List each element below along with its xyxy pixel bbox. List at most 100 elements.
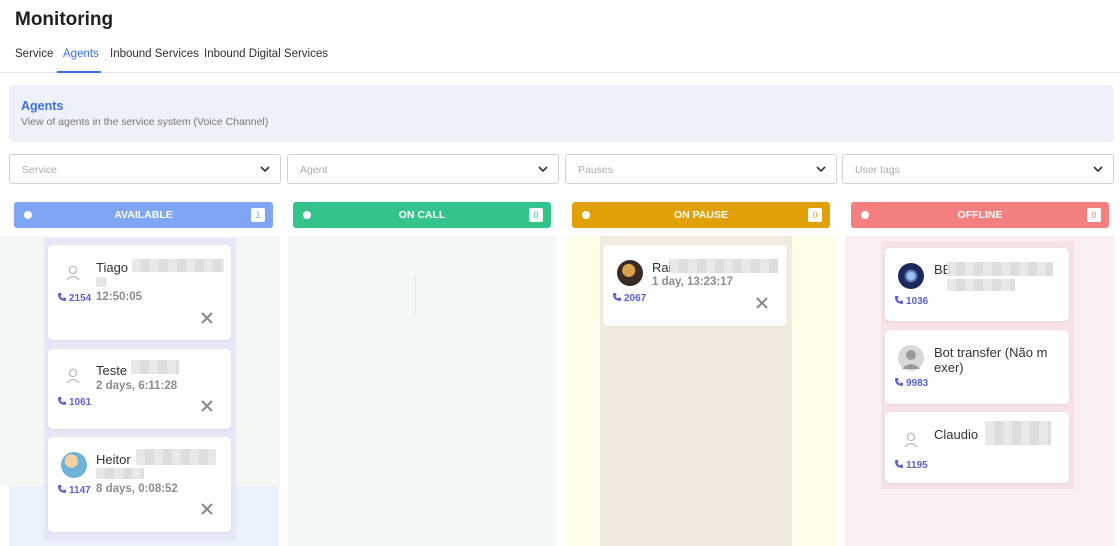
column-body-on-call xyxy=(288,236,557,546)
status-dot xyxy=(303,211,311,219)
pauses-filter[interactable]: Pauses xyxy=(565,154,837,184)
extension-number: 1195 xyxy=(906,460,928,471)
page-title: Monitoring xyxy=(15,9,114,30)
pauses-filter-placeholder: Pauses xyxy=(578,164,614,176)
agent-card[interactable]: Teste 2 days, 6:11:28 1061 xyxy=(48,349,231,429)
agent-timer: 1 day, 13:23:17 xyxy=(652,276,733,288)
status-dot xyxy=(582,211,590,219)
user-icon xyxy=(904,432,918,448)
phone-icon xyxy=(58,293,66,301)
user-tags-filter-placeholder: User tags xyxy=(855,164,900,176)
info-title: Agents xyxy=(21,99,64,113)
count-badge: 1 xyxy=(251,208,265,222)
extension-number: 2067 xyxy=(624,293,647,304)
phone-icon xyxy=(58,397,66,405)
count-badge: 0 xyxy=(1087,208,1101,222)
column-header-offline: OFFLINE 0 xyxy=(851,202,1109,228)
chevron-down-icon xyxy=(816,166,826,173)
agent-timer: 12:50:05 xyxy=(96,291,143,303)
agent-name: Heitor xyxy=(96,452,131,467)
chevron-down-icon xyxy=(260,166,270,173)
agent-filter-placeholder: Agent xyxy=(300,164,328,176)
extension-number: 1061 xyxy=(69,397,92,408)
tab-agents[interactable]: Agents xyxy=(63,48,99,60)
agent-card[interactable]: Tiago 2154 12:50:05 xyxy=(48,245,231,340)
agent-name: Tiago xyxy=(96,260,129,275)
agent-name: Teste xyxy=(96,363,128,378)
extension-number: 1036 xyxy=(906,296,929,307)
close-icon[interactable] xyxy=(200,502,214,516)
agent-extension: 2154 xyxy=(57,292,91,304)
user-icon xyxy=(902,350,920,369)
service-filter[interactable]: Service xyxy=(9,154,281,184)
active-tab-indicator xyxy=(57,71,101,73)
phone-icon xyxy=(613,293,621,301)
tab-service[interactable]: Service xyxy=(15,48,53,60)
agent-timer: 2 days, 6:11:28 xyxy=(96,380,178,392)
agent-card[interactable]: Bot transfer (Não m exer) 9983 xyxy=(885,330,1069,404)
extension-number: 2154 xyxy=(69,293,92,304)
agent-timer: 8 days, 0:08:52 xyxy=(96,483,178,495)
agent-extension: 2067 xyxy=(612,292,646,304)
empty-column-divider xyxy=(415,275,416,313)
phone-icon xyxy=(58,485,66,493)
redacted-name xyxy=(985,421,1051,445)
agent-card[interactable]: Heitor 1147 8 days, 0:08:52 xyxy=(48,437,231,532)
info-box: Agents View of agents in the service sys… xyxy=(9,85,1114,142)
count-badge: 0 xyxy=(808,208,822,222)
info-subtitle: View of agents in the service system (Vo… xyxy=(21,116,269,128)
chevron-down-icon xyxy=(1093,166,1103,173)
user-tags-filter[interactable]: User tags xyxy=(842,154,1114,184)
column-label: AVAILABLE xyxy=(114,209,173,221)
redacted-name xyxy=(96,468,144,479)
agent-card[interactable]: Rai 1 day, 13:23:17 2067 xyxy=(603,245,787,326)
avatar xyxy=(617,260,643,286)
column-header-on-pause: ON PAUSE 0 xyxy=(572,202,830,228)
avatar xyxy=(898,263,924,289)
agent-name-continued: exer) xyxy=(934,360,964,375)
agent-card[interactable]: BB 1036 xyxy=(885,248,1069,321)
phone-icon xyxy=(895,378,903,386)
redacted-name xyxy=(947,279,1015,291)
extension-number: 9983 xyxy=(906,378,929,389)
close-icon[interactable] xyxy=(755,296,769,310)
agent-name: Bot transfer (Não m xyxy=(934,345,1048,360)
close-icon[interactable] xyxy=(200,311,214,325)
column-label: OFFLINE xyxy=(957,209,1003,221)
agent-name: Claudio xyxy=(934,427,979,442)
agent-extension: 9983 xyxy=(894,377,928,389)
redacted-name xyxy=(96,277,106,287)
user-icon xyxy=(66,368,80,384)
redacted-name xyxy=(136,449,216,465)
column-header-available: AVAILABLE 1 xyxy=(14,202,273,228)
agent-extension: 1036 xyxy=(894,295,928,307)
service-filter-placeholder: Service xyxy=(22,164,58,176)
avatar xyxy=(61,452,87,478)
count-badge: 0 xyxy=(529,208,543,222)
agent-extension: 1061 xyxy=(57,396,91,408)
agent-extension: 1147 xyxy=(57,484,91,496)
user-icon xyxy=(66,265,80,281)
agent-extension: 1195 xyxy=(894,459,928,471)
extension-number: 1147 xyxy=(69,485,91,496)
phone-icon xyxy=(895,460,903,468)
redacted-name xyxy=(132,259,224,272)
tab-inbound-digital-services[interactable]: Inbound Digital Services xyxy=(204,48,328,60)
agent-filter[interactable]: Agent xyxy=(287,154,559,184)
agent-card[interactable]: Claudio 1195 xyxy=(885,412,1069,483)
close-icon[interactable] xyxy=(200,399,214,413)
status-dot xyxy=(24,211,32,219)
tabs-bar: Service Agents Inbound Services Inbound … xyxy=(0,40,1120,73)
agent-name: Rai xyxy=(652,260,672,275)
column-header-on-call: ON CALL 0 xyxy=(293,202,551,228)
redacted-name xyxy=(947,262,1053,276)
avatar xyxy=(898,345,924,371)
column-label: ON CALL xyxy=(398,209,446,221)
column-label: ON PAUSE xyxy=(673,209,729,221)
status-dot xyxy=(861,211,869,219)
chevron-down-icon xyxy=(538,166,548,173)
phone-icon xyxy=(895,296,903,304)
tab-inbound-services[interactable]: Inbound Services xyxy=(110,48,199,60)
redacted-name xyxy=(131,360,179,374)
redacted-name xyxy=(670,259,778,273)
